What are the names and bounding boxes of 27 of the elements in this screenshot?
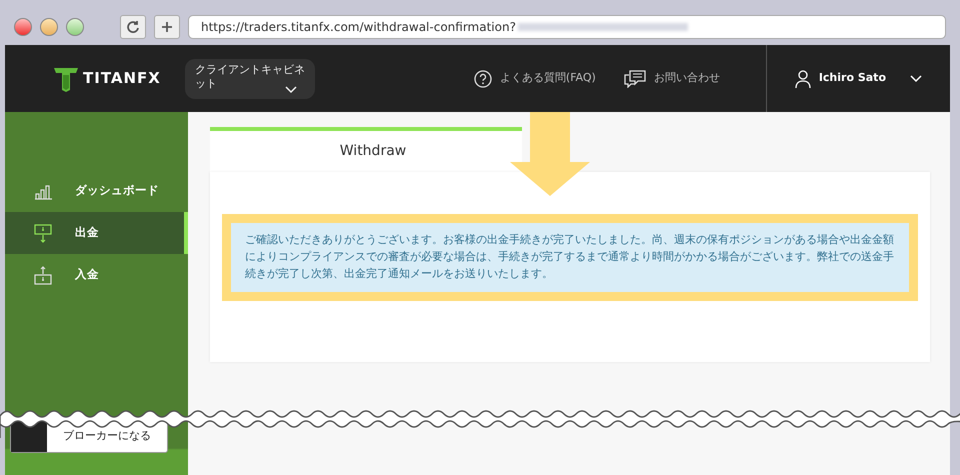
chat-icon (624, 70, 646, 88)
money-up-icon (33, 266, 53, 284)
url-text: https://traders.titanfx.com/withdrawal-confirmation? (201, 18, 516, 36)
logo-icon (53, 66, 79, 92)
cabinet-dropdown[interactable]: クライアントキャビネット (184, 58, 315, 98)
chevron-down-icon (910, 74, 922, 82)
new-tab-button[interactable] (154, 14, 180, 38)
arrow-down-icon (508, 112, 592, 198)
contact-link[interactable]: お問い合わせ (618, 68, 726, 88)
help-icon (474, 70, 492, 88)
window-control-icon[interactable] (40, 18, 58, 36)
window-control-icon[interactable] (14, 18, 32, 36)
sidebar-item[interactable]: 入金 (5, 254, 188, 296)
sidebar-item[interactable]: ダッシュボード (5, 170, 188, 212)
plus-icon (161, 20, 173, 33)
address-bar[interactable]: https://traders.titanfx.com/withdrawal-confirmation? (188, 14, 946, 38)
sidebar-item[interactable]: 出金 (5, 212, 188, 254)
tab[interactable]: Withdraw (210, 127, 522, 172)
window-control-icon[interactable] (66, 18, 84, 36)
money-down-icon (33, 224, 53, 242)
faq-link[interactable]: よくある質問(FAQ) (468, 68, 602, 88)
chevron-down-icon (284, 86, 297, 94)
logo-text: TITANFX (83, 68, 161, 90)
confirmation-message: ご確認いただきありがとうございます。お客様の出金手続きが完了いたしました。尚、週末の保有ポジションがある場合や出金金額によりコンプライアンスでの審査が必要な場合は、手続きが完了するまで通常より時間がかかる場合がございます。弊社での送金手続きが完了し次第、出金完了通知メールをお送りいたします。 (222, 214, 918, 302)
reload-icon (126, 20, 140, 34)
reload-button[interactable] (120, 14, 146, 38)
user-icon (794, 70, 811, 88)
